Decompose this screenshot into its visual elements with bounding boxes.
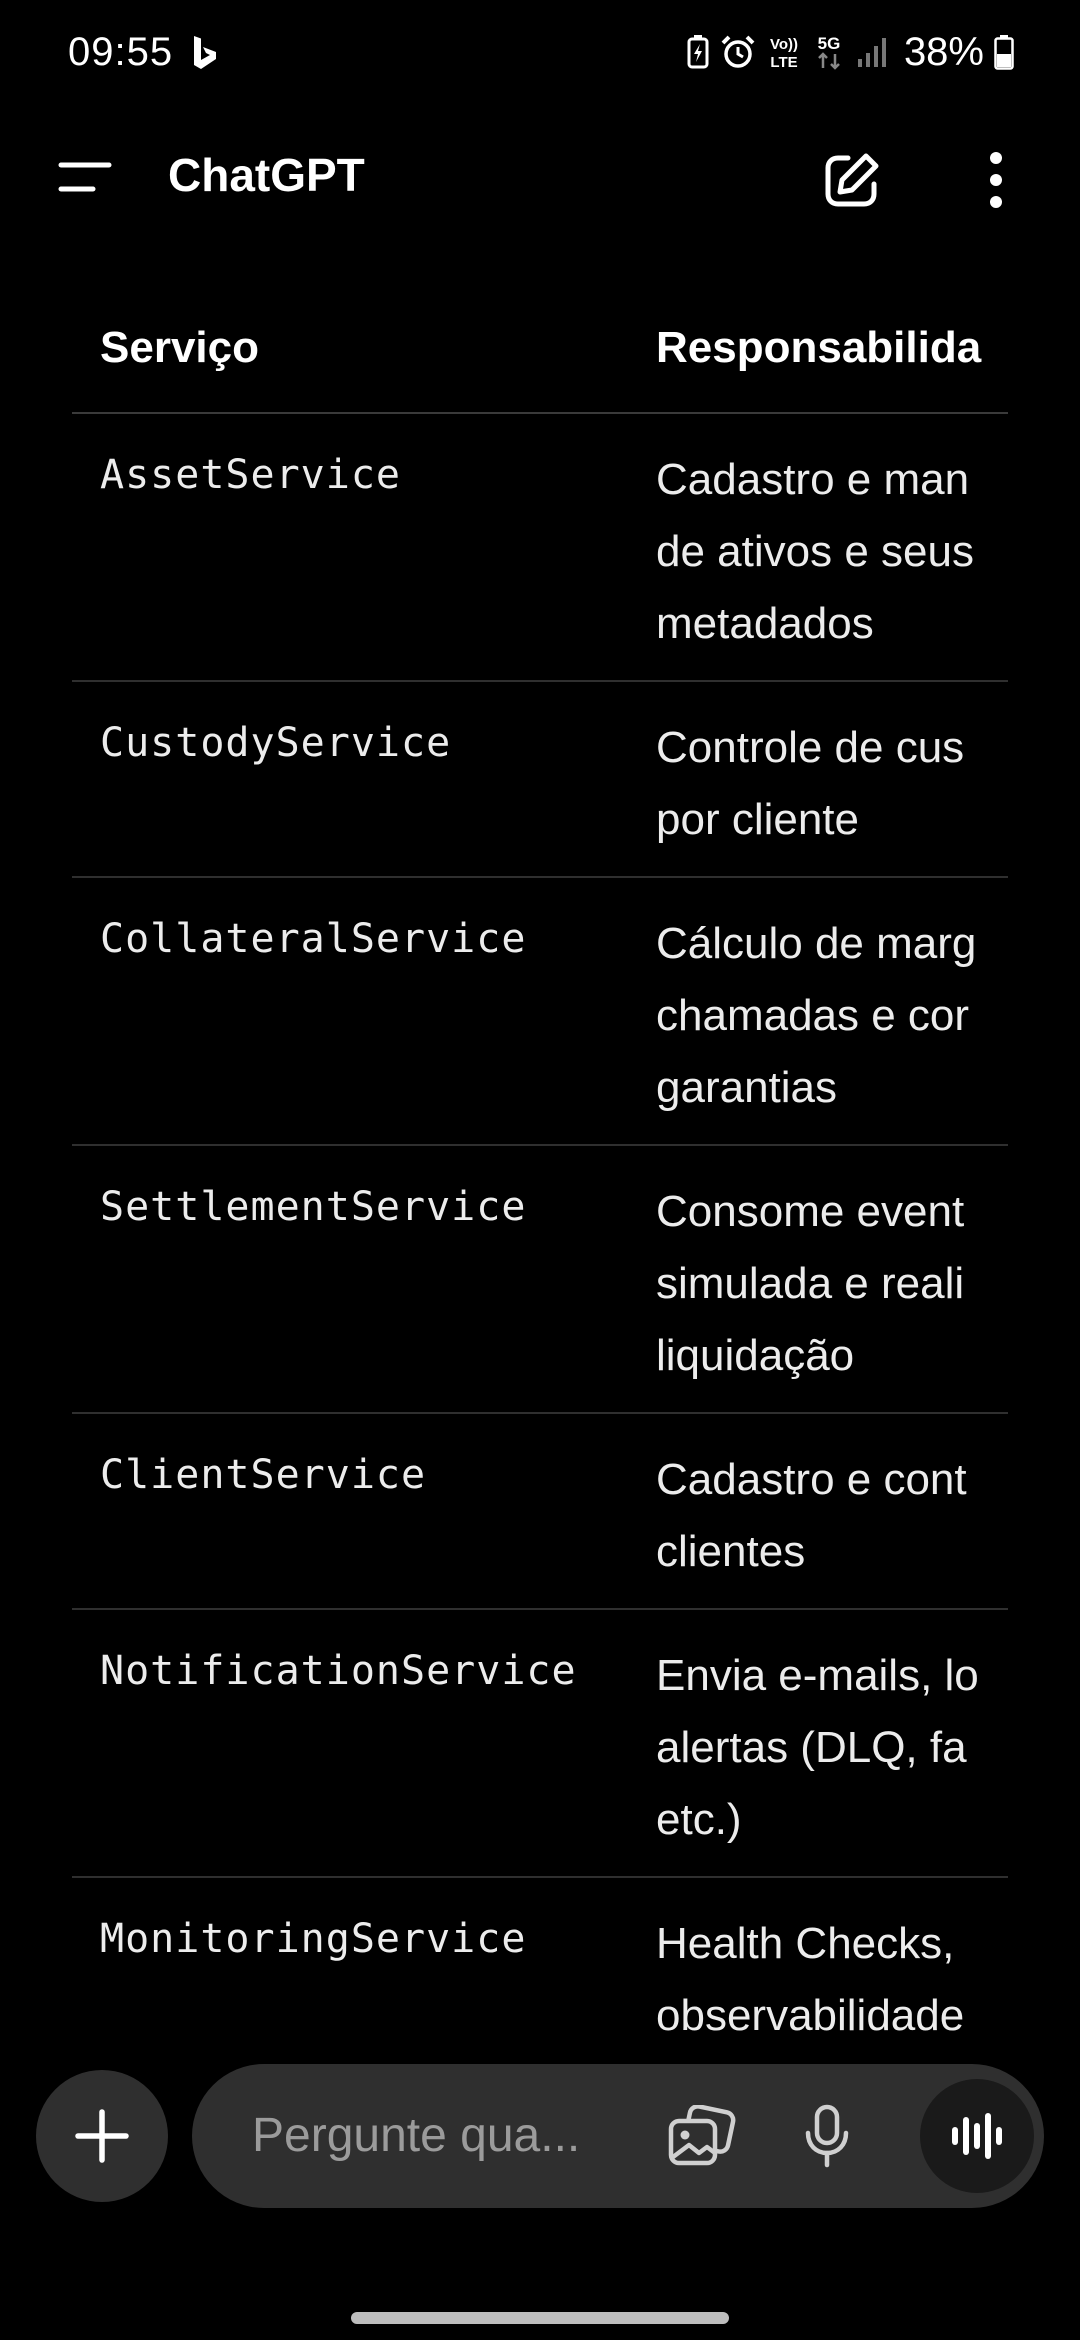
- responsibility-cell: Health Checks, observabilidade: [656, 1919, 965, 2040]
- table-header: Serviço Responsabilida: [72, 280, 1008, 414]
- status-icons: Vo)) LTE 5G 38%: [686, 30, 1014, 74]
- image-icon: [668, 2105, 736, 2166]
- voice-mode-icon: [952, 2113, 1002, 2159]
- battery-saver-icon: [687, 35, 709, 69]
- responsibility-cell: Consome event simulada e reali liquidaçã…: [656, 1187, 965, 1380]
- battery-percent: 38%: [903, 29, 984, 74]
- microphone-icon: [805, 2104, 849, 2168]
- new-chat-button[interactable]: [812, 140, 892, 220]
- column-header-responsibility: Responsabilida: [656, 323, 982, 372]
- status-time: 09:55: [68, 30, 174, 74]
- service-name-cell: AssetService: [100, 452, 401, 498]
- table-row: ClientService Cadastro e cont clientes: [72, 1414, 1008, 1610]
- signal-icon: [857, 38, 886, 67]
- service-name-cell: ClientService: [100, 1452, 427, 1498]
- 5g-icon: 5G: [818, 34, 841, 70]
- message-input[interactable]: Pergunte qua...: [252, 2064, 580, 2208]
- more-vertical-icon: [990, 152, 1002, 208]
- responsibility-cell: Envia e-mails, lo alertas (DLQ, fa etc.): [656, 1651, 979, 1844]
- services-table[interactable]: Serviço Responsabilida AssetService Cada…: [72, 280, 1008, 2060]
- svg-text:5G: 5G: [818, 34, 841, 53]
- responsibility-cell: Cálculo de marg chamadas e cor garantias: [656, 919, 977, 1112]
- responsibility-cell: Cadastro e man de ativos e seus metadado…: [656, 455, 974, 648]
- table-row: NotificationService Envia e-mails, lo al…: [72, 1610, 1008, 1878]
- service-name-cell: MonitoringService: [100, 1916, 527, 1962]
- dictate-button[interactable]: [792, 2096, 862, 2176]
- service-name-cell: CustodyService: [100, 720, 452, 766]
- composer-bar: Pergunte qua...: [192, 2064, 1044, 2208]
- app-title: ChatGPT: [168, 149, 365, 201]
- service-name-cell: SettlementService: [100, 1184, 527, 1230]
- status-bar: 09:55 Vo)) LTE 5G 38%: [0, 0, 1080, 105]
- responsibility-cell: Controle de cus por cliente: [656, 723, 965, 844]
- menu-icon: [58, 162, 112, 192]
- table-row: AssetService Cadastro e man de ativos e …: [72, 414, 1008, 682]
- table-row: SettlementService Consome event simulada…: [72, 1146, 1008, 1414]
- bing-icon: [194, 36, 216, 69]
- volte-icon: Vo)) LTE: [770, 36, 798, 71]
- column-header-service: Serviço: [100, 323, 259, 372]
- app-bar: ChatGPT: [0, 120, 1080, 235]
- menu-button[interactable]: [40, 142, 130, 212]
- more-options-button[interactable]: [966, 140, 1026, 220]
- battery-icon: [994, 35, 1014, 70]
- service-name-cell: CollateralService: [100, 916, 527, 962]
- responsibility-cell: Cadastro e cont clientes: [656, 1455, 967, 1576]
- service-name-cell: NotificationService: [100, 1648, 577, 1694]
- svg-text:Vo)): Vo)): [770, 36, 798, 53]
- table-row: CollateralService Cálculo de marg chamad…: [72, 878, 1008, 1146]
- alarm-icon: [721, 35, 755, 68]
- plus-icon: [75, 2109, 129, 2163]
- svg-text:LTE: LTE: [770, 54, 797, 71]
- voice-mode-button[interactable]: [920, 2079, 1034, 2193]
- table-row: CustodyService Controle de cus por clien…: [72, 682, 1008, 878]
- attach-button[interactable]: [36, 2070, 168, 2202]
- home-indicator[interactable]: [351, 2312, 729, 2324]
- new-chat-icon: [825, 153, 879, 207]
- table-row: MonitoringService Health Checks, observa…: [72, 1878, 1008, 2060]
- image-button[interactable]: [662, 2096, 742, 2176]
